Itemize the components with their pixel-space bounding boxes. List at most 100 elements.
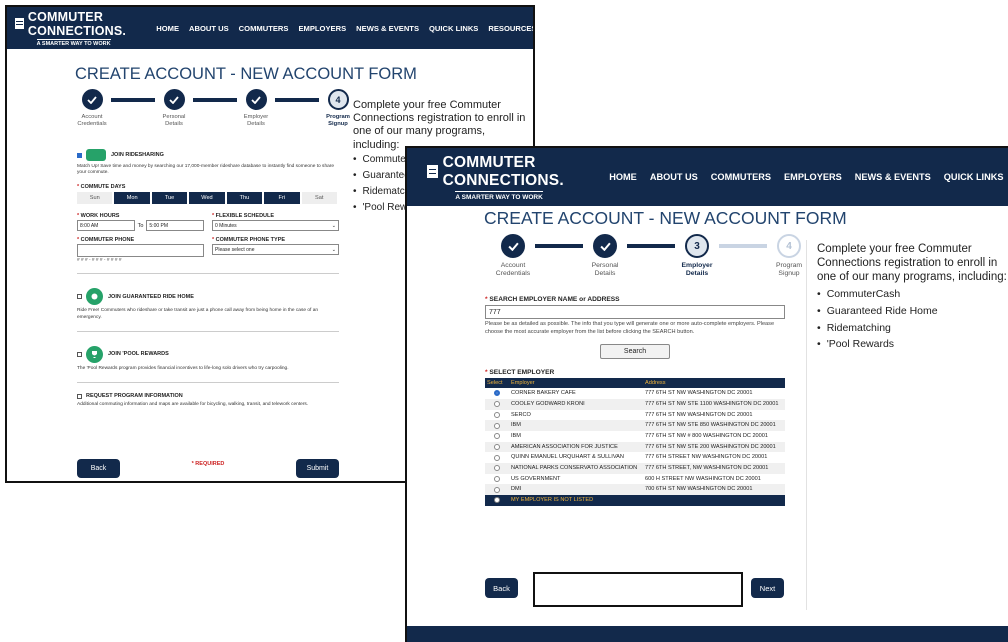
employer-address: 777 6TH ST NW STE 200 WASHINGTON DC 2000… [643, 441, 785, 453]
rideshare-checkbox[interactable] [77, 152, 82, 158]
logo-flag-icon [15, 18, 24, 29]
commuter-phone-input[interactable] [77, 244, 204, 258]
work-end-select[interactable]: 5:00 PM [146, 220, 204, 232]
employer-radio[interactable] [494, 422, 500, 429]
work-hours-row: * WORK HOURS 8:00 AM To 5:00 PM * FLEXIB… [77, 213, 339, 232]
logo-name: COMMUTER CONNECTIONS. [27, 9, 127, 38]
progress-stepper: Account Credentials Personal Details 3 Emp… [481, 234, 821, 278]
employer-name: CORNER BAKERY CAFE [511, 390, 576, 397]
day-wed[interactable]: Wed [189, 192, 225, 205]
nav-resources[interactable]: RESOURCES [488, 24, 533, 33]
table-row[interactable]: DMI 700 6TH ST NW WASHINGTON DC 20001 [485, 484, 785, 496]
step-label: Credentials [77, 120, 107, 127]
grh-checkbox[interactable] [77, 294, 82, 300]
step-label: Credentials [495, 269, 531, 277]
employer-radio[interactable] [494, 443, 500, 450]
top-navbar: COMMUTER CONNECTIONS. A SMARTER WAY TO W… [407, 148, 1008, 206]
form-actions: Back Next [485, 572, 785, 608]
rideshare-description: Match Up! Save time and money by searchi… [77, 164, 335, 176]
nav-quick-links[interactable]: QUICK LINKS [944, 172, 1004, 182]
step-personal-details: Personal Details [147, 89, 201, 127]
sidebar-intro: Complete your free Commuter Connections … [353, 99, 526, 151]
table-row[interactable]: QUINN EMANUEL URQUHART & SULLIVAN 777 6TH… [485, 452, 785, 463]
not-listed-label: MY EMPLOYER IS NOT LISTED [509, 495, 785, 506]
nav-home[interactable]: HOME [609, 172, 637, 182]
pool-rewards-checkbox[interactable] [77, 351, 82, 357]
day-thu[interactable]: Thu [226, 192, 263, 205]
car-icon [86, 149, 106, 161]
day-mon[interactable]: Mon [114, 192, 150, 205]
employer-address: 600 H STREET NW WASHINGTON DC 20001 [645, 475, 761, 482]
employer-radio[interactable] [494, 476, 500, 483]
commuter-phone-label: * COMMUTER PHONE [77, 237, 135, 244]
employer-radio[interactable] [494, 454, 500, 461]
site-logo[interactable]: COMMUTER CONNECTIONS. A SMARTER WAY TO W… [427, 154, 571, 201]
employer-radio[interactable] [494, 486, 500, 493]
table-row[interactable]: SERCO 777 6TH ST NW WASHINGTON DC 20001 [485, 410, 785, 421]
blank-overlay-box [533, 572, 743, 607]
work-start-select[interactable]: 8:00 AM [77, 220, 135, 232]
employer-radio[interactable] [494, 497, 500, 504]
nav-employers[interactable]: EMPLOYERS [298, 24, 346, 33]
nav-employers[interactable]: EMPLOYERS [784, 172, 842, 182]
sidebar-intro: Complete your free Commuter Connections … [817, 243, 1007, 283]
nav-about-us[interactable]: ABOUT US [189, 24, 229, 33]
nav-commuters[interactable]: COMMUTERS [711, 172, 771, 182]
sidebar-program: 'Pool Rewards [817, 338, 1007, 351]
day-fri[interactable]: Fri [264, 192, 300, 205]
main-nav: HOME ABOUT US COMMUTERS EMPLOYERS NEWS &… [609, 172, 1008, 182]
step-program-signup: 4 Program Signup [757, 234, 821, 278]
employer-radio[interactable] [494, 433, 500, 440]
page-title: CREATE ACCOUNT - NEW ACCOUNT FORM [484, 208, 847, 228]
table-row[interactable]: US GOVERNMENT 600 H STREET NW WASHINGTON … [485, 474, 785, 485]
submit-button[interactable]: Submit [295, 459, 339, 478]
nav-quick-links[interactable]: QUICK LINKS [429, 24, 478, 33]
sidebar-program: Ridematching [817, 322, 1007, 335]
step-account-credentials: Account Credentials [65, 89, 119, 127]
info-title: REQUEST PROGRAM INFORMATION [86, 393, 183, 400]
nav-news-events[interactable]: NEWS & EVENTS [356, 24, 419, 33]
table-row[interactable]: CORNER BAKERY CAFE 777 6TH ST NW WASHINGT… [485, 388, 785, 399]
footer-bar [407, 626, 1008, 642]
commute-days-label: * COMMUTE DAYS [77, 184, 126, 191]
nav-home[interactable]: HOME [156, 24, 179, 33]
phone-row: * COMMUTER PHONE # # # - # # # - # # # #… [77, 237, 339, 263]
day-sat[interactable]: Sat [301, 192, 337, 205]
employer-radio[interactable] [494, 401, 500, 408]
check-icon [593, 234, 617, 258]
table-row-not-listed[interactable]: MY EMPLOYER IS NOT LISTED [485, 495, 785, 506]
nav-news-events[interactable]: NEWS & EVENTS [855, 172, 931, 182]
employer-address: 700 6TH ST NW WASHINGTON DC 20001 [643, 484, 785, 496]
flex-schedule-select[interactable]: 0 Minutes ⌄ [212, 220, 339, 232]
day-sun[interactable]: Sun [77, 192, 113, 205]
back-button[interactable]: Back [485, 578, 518, 598]
nav-about-us[interactable]: ABOUT US [650, 172, 698, 182]
request-info-checkbox[interactable] [77, 393, 82, 399]
back-button[interactable]: Back [77, 459, 120, 478]
step-account-credentials: Account Credentials [481, 234, 545, 278]
step-employer-details: 3 Employer Details [665, 234, 729, 278]
trophy-icon [86, 345, 103, 363]
day-tue[interactable]: Tue [151, 192, 188, 205]
site-logo[interactable]: COMMUTER CONNECTIONS. A SMARTER WAY TO W… [15, 10, 132, 47]
table-row[interactable]: IBM 777 6TH ST NW STE 850 WASHINGTON DC 2… [485, 420, 785, 431]
table-row[interactable]: IBM 777 6TH ST NW # 800 WASHINGTON DC 200… [485, 431, 785, 442]
employer-radio[interactable] [494, 390, 500, 397]
search-button[interactable]: Search [600, 344, 670, 360]
logo-tagline: A SMARTER WAY TO WORK [455, 190, 543, 201]
table-row[interactable]: AMERICAN ASSOCIATION FOR JUSTICE 777 6TH … [485, 441, 785, 453]
program-sidebar: Complete your free Commuter Connections … [817, 243, 1007, 355]
nav-commuters[interactable]: COMMUTERS [239, 24, 289, 33]
next-button[interactable]: Next [751, 578, 784, 598]
table-row[interactable]: COOLEY GODWARD KRONI 777 6TH ST NW STE 11… [485, 398, 785, 410]
rideshare-header: JOIN RIDESHARING [77, 149, 339, 161]
employer-radio[interactable] [494, 465, 500, 472]
logo-name: COMMUTER CONNECTIONS. [442, 153, 564, 189]
phone-type-select[interactable]: Please select one ⌄ [212, 244, 339, 256]
progress-stepper: Account Credentials Personal Details Emplo… [65, 89, 365, 127]
employer-name: IBM [511, 432, 521, 439]
table-row[interactable]: NATIONAL PARKS CONSERVATO ASSOCIATION 777… [485, 463, 785, 474]
select-employer-label: * SELECT EMPLOYER [485, 369, 555, 377]
employer-radio[interactable] [494, 411, 500, 418]
employer-search-input[interactable]: 777 [485, 305, 785, 319]
